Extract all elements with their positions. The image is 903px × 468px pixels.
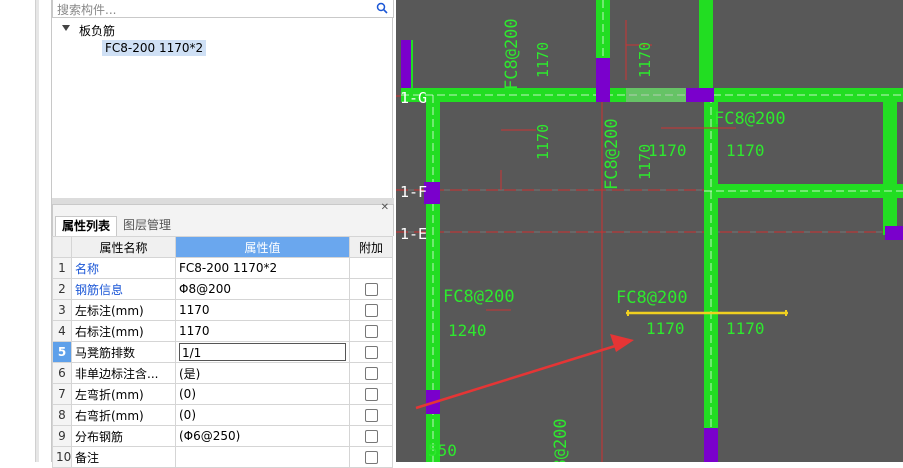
row-number: 5 [52, 341, 72, 363]
table-row[interactable]: 2 钢筋信息 Φ8@200 [52, 278, 393, 300]
search-icon[interactable] [376, 2, 388, 14]
attach-checkbox[interactable] [364, 430, 378, 443]
row-number: 2 [52, 278, 72, 300]
table-row[interactable]: 6 非单边标注含... (是) [52, 362, 393, 384]
search-box[interactable]: 搜索构件... [52, 0, 394, 18]
search-input[interactable]: 搜索构件... [57, 1, 116, 18]
tab-property-list[interactable]: 属性列表 [55, 216, 118, 237]
table-row[interactable]: 8 右弯折(mm) (0) [52, 404, 393, 426]
column-header-name: 属性名称 [71, 236, 176, 258]
left-dock-strip [0, 0, 39, 462]
property-name: 钢筋信息 [71, 278, 176, 300]
add-column-cell [349, 299, 393, 321]
cad-drawing-canvas[interactable]: 1-G 1-F 1-E FC8@200 1170 1170 1170 FC8@2… [396, 0, 903, 462]
add-column-cell [349, 446, 393, 468]
cad-label-1170-right: 1170 [726, 141, 765, 160]
expand-triangle-icon[interactable] [62, 25, 70, 31]
attach-checkbox[interactable] [364, 409, 378, 422]
property-value[interactable]: (0) [175, 383, 350, 405]
cad-label-1170-b: 1170 [636, 42, 654, 78]
property-value[interactable] [175, 446, 350, 468]
property-value[interactable]: 1/1 [175, 341, 350, 363]
property-name: 右弯折(mm) [71, 404, 176, 426]
column-header-add: 附加 [349, 236, 393, 258]
cad-label-fc-bottom: FC8@200 [551, 418, 571, 462]
table-row[interactable]: 4 右标注(mm) 1170 [52, 320, 393, 342]
attach-checkbox[interactable] [364, 367, 378, 380]
row-number: 1 [52, 257, 72, 279]
property-value[interactable]: FC8-200 1170*2 [175, 257, 350, 279]
tab-layer-management[interactable]: 图层管理 [117, 216, 177, 235]
add-column-cell [349, 383, 393, 405]
attach-checkbox[interactable] [364, 283, 378, 296]
component-tree: 板负筋 FC8-200 1170*2 [52, 18, 393, 198]
cad-label-1170-a: 1170 [534, 42, 552, 78]
property-name: 名称 [71, 257, 176, 279]
property-name: 左标注(mm) [71, 299, 176, 321]
cad-drawing: 1-G 1-F 1-E FC8@200 1170 1170 1170 FC8@2… [396, 0, 903, 462]
add-column-cell [349, 278, 393, 300]
cad-label-fc-right: FC8@200 [714, 109, 786, 129]
attach-checkbox[interactable] [364, 451, 378, 464]
row-number: 4 [52, 320, 72, 342]
cad-label-1170-c2: 1170 [726, 319, 765, 338]
property-tabs: 属性列表 图层管理 [52, 214, 394, 237]
property-name: 右标注(mm) [71, 320, 176, 342]
row-number: 6 [52, 362, 72, 384]
cad-label-fc-mid: FC8@200 [602, 118, 622, 190]
add-column-cell [349, 425, 393, 447]
property-value[interactable]: (0) [175, 404, 350, 426]
row-number: 3 [52, 299, 72, 321]
add-column-cell [349, 362, 393, 384]
property-value[interactable]: 1170 [175, 320, 350, 342]
dock-edge [35, 0, 39, 462]
add-column-cell [349, 320, 393, 342]
property-value[interactable]: Φ8@200 [175, 278, 350, 300]
cad-axis-label-e: 1-E [400, 225, 427, 243]
property-name: 马凳筋排数 [71, 341, 176, 363]
property-name: 备注 [71, 446, 176, 468]
property-value[interactable]: 1170 [175, 299, 350, 321]
cad-label-1170-c1: 1170 [646, 319, 685, 338]
cad-axis-label-f: 1-F [400, 183, 427, 201]
attach-checkbox[interactable] [364, 388, 378, 401]
cad-label-1170-c: 1170 [534, 124, 552, 160]
add-column-cell [349, 404, 393, 426]
row-number: 10 [52, 446, 72, 468]
attach-checkbox[interactable] [364, 346, 378, 359]
add-column-cell [349, 257, 393, 279]
table-row[interactable]: 3 左标注(mm) 1170 [52, 299, 393, 321]
tree-node-parent[interactable]: 板负筋 [79, 22, 115, 39]
property-name: 左弯折(mm) [71, 383, 176, 405]
attach-checkbox[interactable] [364, 325, 378, 338]
column-header-num [52, 236, 72, 258]
property-value[interactable]: (Φ6@250) [175, 425, 350, 447]
cad-axis-label-g: 1-G [400, 89, 427, 107]
property-table: 属性名称 属性值 附加 1 名称 FC8-200 1170*2 2 钢筋信息 Φ8@200… [52, 236, 393, 468]
row-number: 7 [52, 383, 72, 405]
table-row[interactable]: 1 名称 FC8-200 1170*2 [52, 257, 393, 279]
cad-label-1170-mid: 1170 [648, 141, 687, 160]
table-row[interactable]: 9 分布钢筋 (Φ6@250) [52, 425, 393, 447]
close-icon[interactable]: ✕ [381, 202, 389, 213]
table-row[interactable]: 10 备注 [52, 446, 393, 468]
add-column-cell [349, 341, 393, 363]
cad-label-fc-top: FC8@200 [502, 18, 522, 90]
component-panel: 搜索构件... 板负筋 FC8-200 1170*2 ✕ 属性列表 图层管理 属… [51, 0, 449, 468]
table-row[interactable]: 5 马凳筋排数 1/1 [52, 341, 393, 363]
property-name: 分布钢筋 [71, 425, 176, 447]
cad-label-fc-center: FC8@200 [616, 288, 688, 308]
attach-checkbox[interactable] [364, 304, 378, 317]
table-row[interactable]: 7 左弯折(mm) (0) [52, 383, 393, 405]
row-number: 9 [52, 425, 72, 447]
column-header-value: 属性值 [175, 236, 350, 258]
cad-label-fc-left: FC8@200 [443, 287, 515, 307]
tree-node-selected[interactable]: FC8-200 1170*2 [102, 40, 207, 56]
cad-label-1240: 1240 [448, 321, 487, 340]
cad-label-550: 550 [428, 441, 457, 460]
row-number: 8 [52, 404, 72, 426]
property-value[interactable]: (是) [175, 362, 350, 384]
property-name: 非单边标注含... [71, 362, 176, 384]
property-value-input[interactable]: 1/1 [179, 343, 346, 361]
